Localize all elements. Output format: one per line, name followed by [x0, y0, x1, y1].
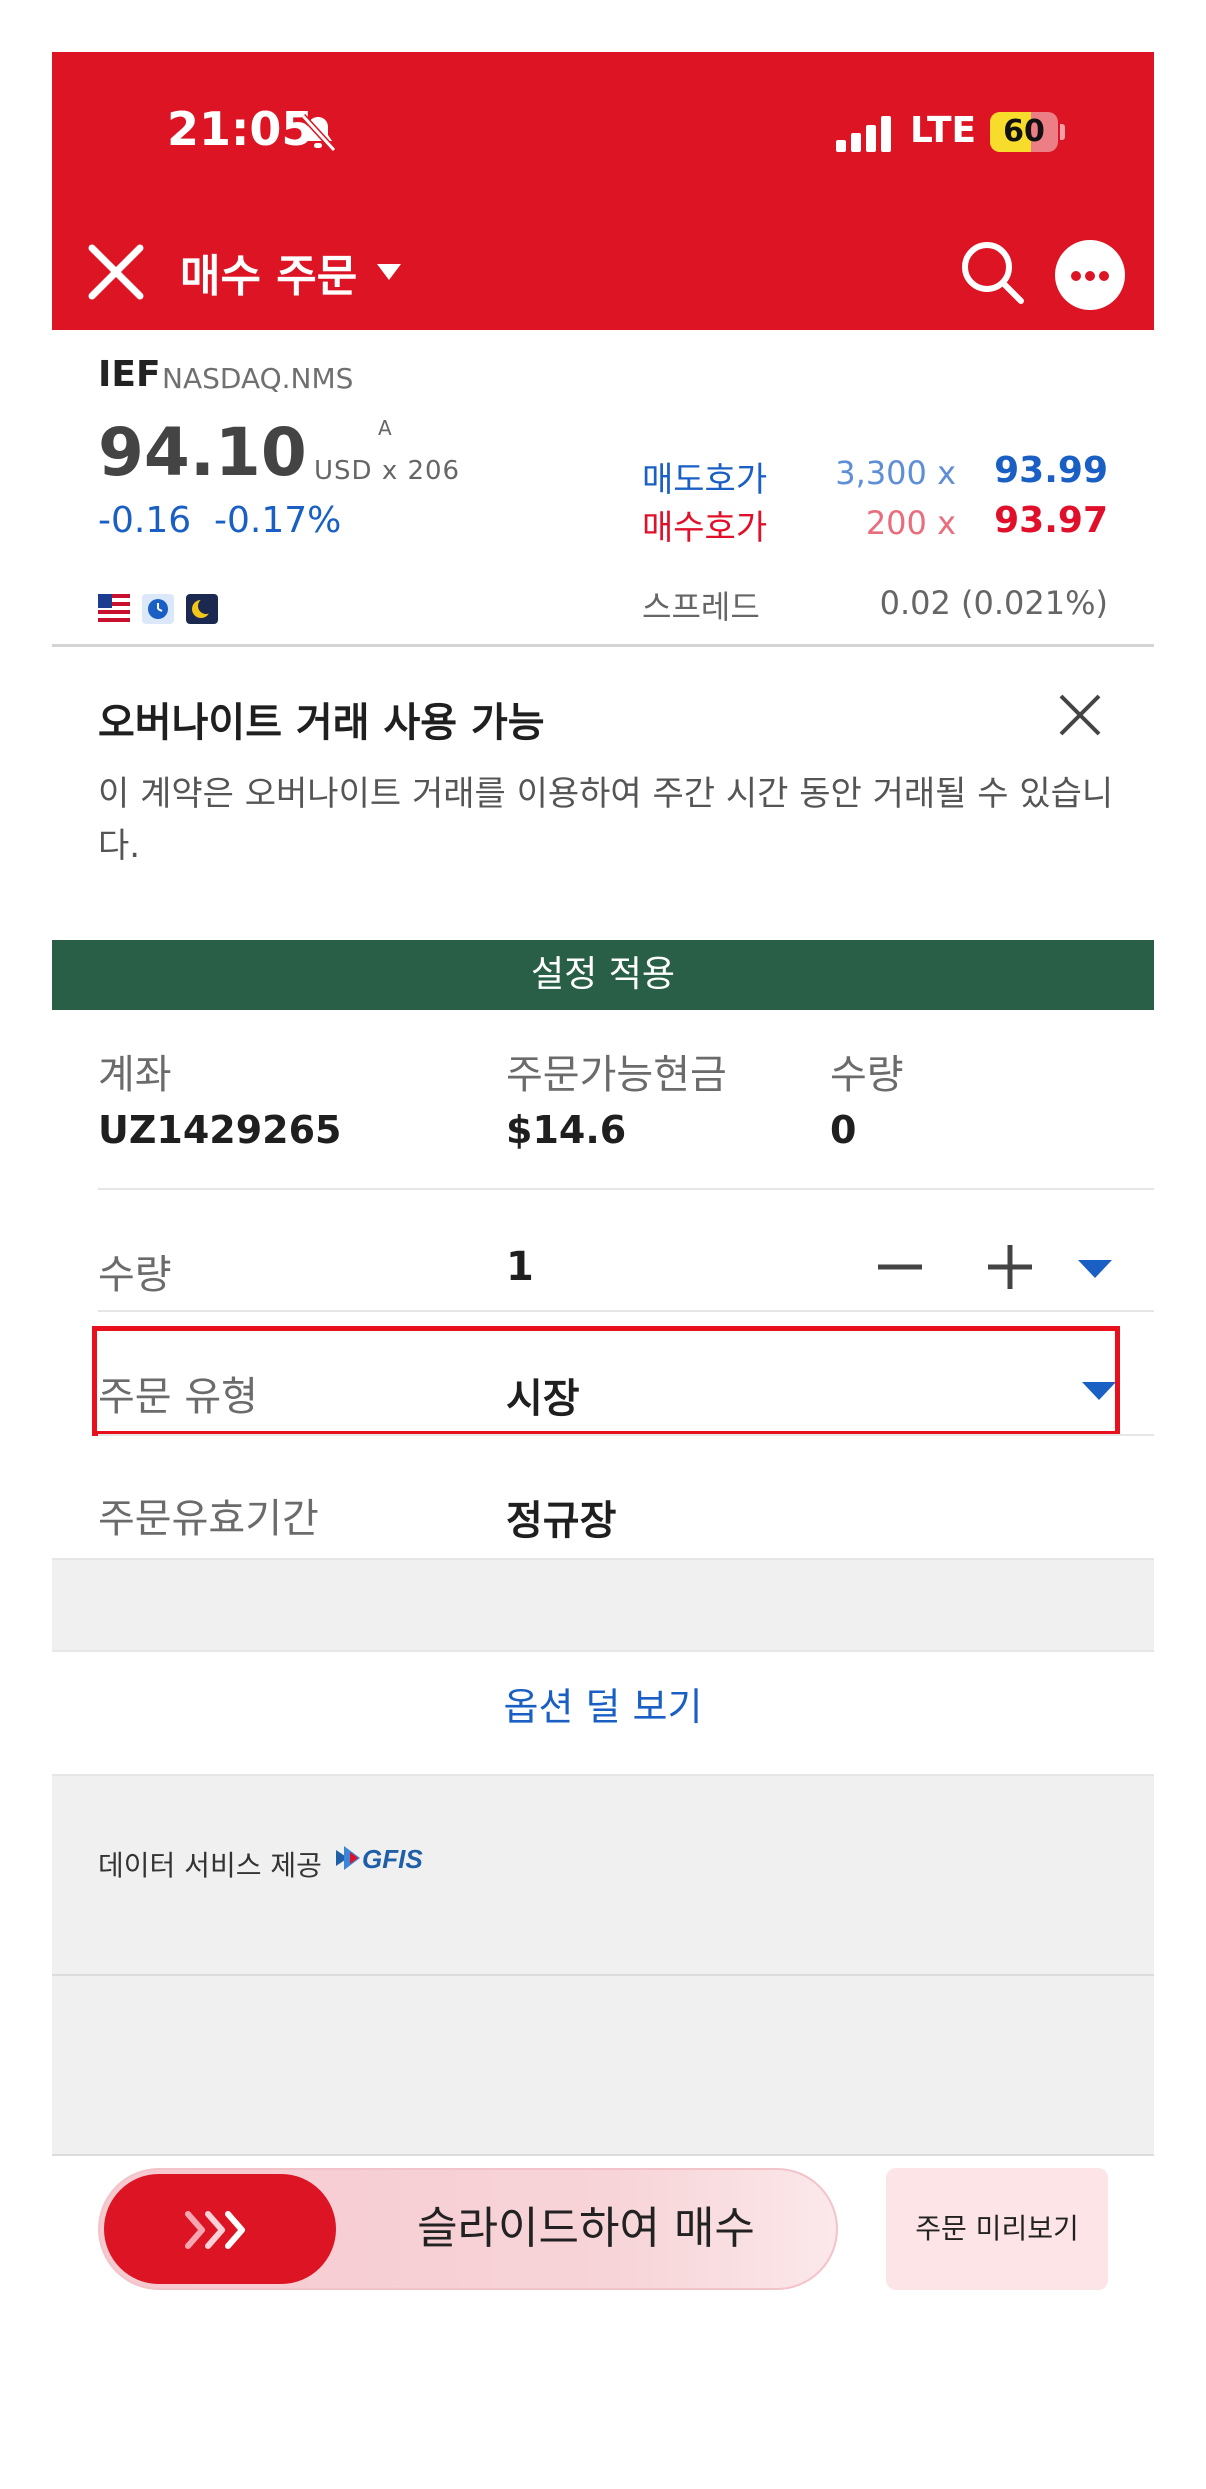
- close-icon[interactable]: [1057, 692, 1103, 738]
- slide-to-buy-label: 슬라이드하여 매수: [417, 2203, 755, 2254]
- bid-size: 200 x: [865, 504, 956, 542]
- exchange-name: NASDAQ.NMS: [162, 362, 354, 395]
- gfis-logo: GFIS: [336, 1844, 423, 1874]
- divider: [52, 1974, 1154, 1976]
- slide-handle[interactable]: [104, 2174, 336, 2284]
- position-qty-label: 수량: [830, 1052, 904, 1098]
- quantity-label: 수량: [98, 1252, 172, 1298]
- spread-label: 스프레드: [642, 588, 760, 626]
- bid-price: 93.97: [994, 500, 1108, 541]
- spread-value: 0.02 (0.021%): [879, 584, 1108, 622]
- cellular-signal-icon: [836, 116, 891, 152]
- ask-price: 93.99: [994, 450, 1108, 491]
- footer-area: [52, 1776, 1154, 2156]
- us-flag-icon: [98, 594, 130, 622]
- divider: [52, 2154, 1154, 2156]
- order-type-title[interactable]: 매수 주문: [180, 240, 357, 304]
- time-in-force-label: 주문유효기간: [98, 1496, 319, 1542]
- currency-volume: USD x 206: [314, 456, 461, 486]
- more-options-button[interactable]: [1055, 240, 1125, 310]
- account-label: 계좌: [98, 1052, 172, 1098]
- divider: [98, 1310, 1154, 1312]
- order-screen: 21:05 LTE 60 매수 주문 IEF NASDAQ.NMS 94.10 …: [52, 52, 1154, 2489]
- ask-label: 매도호가: [642, 460, 768, 500]
- highlight-box: [92, 1326, 1120, 1436]
- available-cash-value: $14.6: [506, 1108, 627, 1152]
- overnight-banner-title: 오버나이트 거래 사용 가능: [98, 700, 545, 746]
- chevrons-right-icon: [185, 2211, 245, 2249]
- increase-quantity-button[interactable]: [970, 1232, 1050, 1302]
- divider: [98, 1434, 1154, 1436]
- divider: [52, 644, 1154, 647]
- network-type: LTE: [910, 110, 977, 151]
- quantity-dropdown-icon[interactable]: [1078, 1258, 1112, 1280]
- data-provider-label: 데이터 서비스 제공: [98, 1849, 322, 1882]
- last-price: 94.10: [98, 414, 307, 491]
- battery-percent: 60: [1003, 114, 1045, 149]
- svg-text:GFIS: GFIS: [362, 1844, 423, 1874]
- available-cash-label: 주문가능현금: [506, 1052, 727, 1098]
- battery-indicator: 60: [990, 112, 1065, 152]
- status-time: 21:05: [167, 102, 314, 156]
- overnight-banner-text: 이 계약은 오버나이트 거래를 이용하여 주간 시간 동안 거래될 수 있습니다…: [98, 774, 1114, 866]
- ask-size: 3,300 x: [835, 454, 956, 492]
- bell-muted-icon: [300, 113, 337, 153]
- divider: [98, 1188, 1154, 1190]
- account-number[interactable]: UZ1429265: [98, 1108, 342, 1152]
- divider: [52, 1650, 1154, 1652]
- chevron-down-icon[interactable]: [377, 262, 401, 282]
- order-preview-button[interactable]: 주문 미리보기: [886, 2168, 1108, 2290]
- position-qty-value: 0: [830, 1108, 857, 1152]
- bid-label: 매수호가: [642, 508, 768, 548]
- spacer: [52, 1560, 1154, 1650]
- quantity-input[interactable]: 1: [506, 1244, 534, 1290]
- less-options-link[interactable]: 옵션 덜 보기: [52, 1676, 1154, 1731]
- price-flag: A: [378, 416, 392, 440]
- ticker-symbol: IEF: [98, 354, 161, 395]
- moon-icon: [186, 594, 218, 624]
- close-icon[interactable]: [86, 242, 146, 302]
- search-icon[interactable]: [958, 238, 1028, 308]
- app-header: 21:05 LTE 60 매수 주문: [52, 52, 1154, 330]
- time-in-force-select[interactable]: 정규장: [506, 1488, 616, 1546]
- decrease-quantity-button[interactable]: [860, 1232, 940, 1302]
- clock-icon: [142, 594, 174, 624]
- apply-settings-button[interactable]: 설정 적용: [52, 940, 1154, 1010]
- slide-to-buy-control[interactable]: 슬라이드하여 매수: [98, 2168, 838, 2290]
- price-change: -0.16 -0.17%: [98, 500, 342, 541]
